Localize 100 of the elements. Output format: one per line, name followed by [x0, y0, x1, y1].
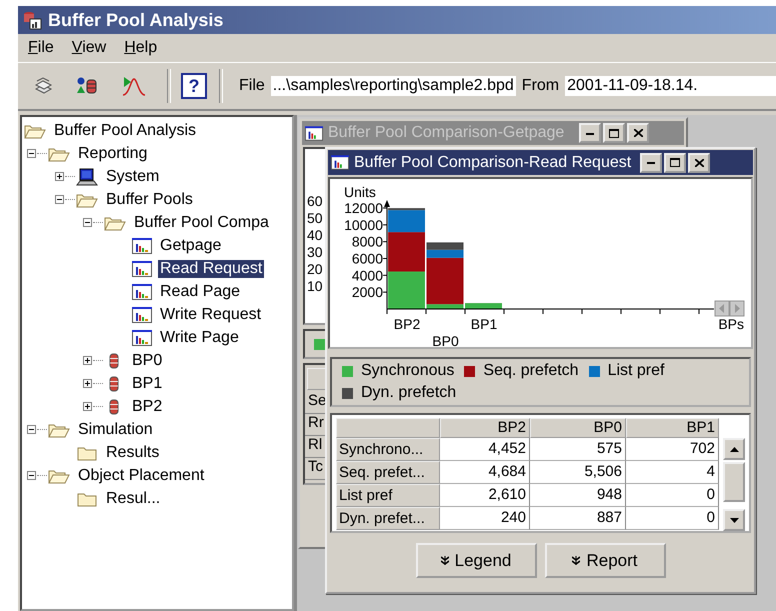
maximize-icon	[670, 158, 680, 167]
expander-icon[interactable]	[27, 471, 36, 480]
menu-item[interactable]: Help	[124, 39, 158, 57]
tree-item[interactable]: Write Page	[158, 328, 241, 346]
table-cell: 240	[440, 507, 530, 530]
scroll-up-button[interactable]	[723, 438, 745, 460]
x-tick-label: BP0	[432, 333, 459, 349]
tree-item[interactable]: Read Request	[158, 260, 264, 278]
tree-item[interactable]: Buffer Pool Compa	[132, 214, 271, 232]
axis-label: 10	[307, 278, 324, 295]
bar-chart-icon	[132, 238, 152, 254]
close-button[interactable]	[627, 123, 650, 143]
tree-item[interactable]: Results	[104, 444, 162, 462]
file-path-field[interactable]: ...\samples\reporting\sample2.bpd	[270, 76, 516, 96]
tree-item[interactable]: Object Placement	[76, 466, 206, 484]
minimize-icon	[586, 132, 594, 134]
help-button[interactable]: ?	[181, 73, 207, 99]
x-tick-label: BP2	[394, 316, 420, 332]
axis-label: 40	[307, 227, 324, 244]
curve-chart-icon[interactable]	[120, 75, 146, 97]
tree-item[interactable]: Simulation	[76, 420, 155, 438]
bar-chart-icon	[305, 126, 323, 140]
close-icon	[634, 129, 643, 137]
tree-item[interactable]: Reporting	[76, 144, 150, 162]
expander-icon[interactable]	[55, 195, 64, 204]
expander-icon[interactable]	[83, 379, 92, 388]
legend-label: Seq. prefetch	[483, 362, 579, 380]
close-icon	[694, 158, 704, 166]
double-down-icon	[572, 556, 580, 566]
expander-icon[interactable]	[55, 172, 64, 181]
expander-icon[interactable]	[83, 218, 92, 227]
tree-item[interactable]: Resul...	[104, 490, 162, 508]
column-header: BP0	[530, 418, 626, 438]
expander-icon[interactable]	[27, 149, 36, 158]
tree-item[interactable]: BP2	[130, 398, 164, 416]
x-tick-label: BP1	[470, 316, 498, 332]
table-cell: 575	[530, 438, 626, 461]
from-date-field[interactable]: 2001-11-09-18.14.	[565, 76, 776, 96]
vertical-scrollbar[interactable]	[723, 438, 745, 531]
row-header: List pref	[336, 484, 440, 507]
from-label: From	[522, 77, 560, 95]
open-folder-icon	[48, 146, 70, 162]
axis-label: 60	[307, 193, 324, 210]
minimize-button[interactable]	[640, 152, 662, 172]
column-header: BP1	[626, 418, 719, 438]
table-cell: 2,610	[440, 484, 530, 507]
tree-item[interactable]: Buffer Pools	[104, 190, 195, 208]
open-folder-icon	[48, 468, 70, 484]
column-header: BP2	[440, 418, 530, 438]
expander-icon[interactable]	[83, 356, 92, 365]
toggle-button[interactable]: Report	[544, 543, 666, 578]
table-cell: 887	[530, 507, 626, 530]
scroll-down-button[interactable]	[723, 509, 745, 531]
maximize-button[interactable]	[603, 123, 626, 143]
table-cell: 4,452	[440, 438, 530, 461]
row-header: Seq. prefet...	[336, 461, 440, 484]
tree-item[interactable]: Buffer Pool Analysis	[52, 122, 198, 140]
tree-item[interactable]: Read Page	[158, 282, 242, 300]
expander-icon[interactable]	[83, 402, 92, 411]
y-tick-label: 10000	[344, 216, 383, 233]
y-tick-label: 8000	[352, 234, 383, 250]
database-chart-icon	[22, 10, 42, 30]
axis-label: 50	[307, 210, 324, 227]
toggle-button[interactable]: Legend	[416, 543, 536, 578]
menu-item[interactable]: View	[72, 39, 106, 57]
table-cell: 702	[626, 438, 719, 461]
axis-label: 30	[307, 244, 324, 261]
bar-chart-icon	[331, 155, 349, 170]
bar-segment	[388, 272, 425, 309]
scroll-thumb[interactable]	[723, 462, 745, 502]
y-tick-label: 2000	[352, 284, 383, 300]
legend-swatch	[314, 338, 325, 350]
open-folder-icon	[24, 122, 46, 138]
bar-chart-icon	[132, 330, 152, 346]
window-title: Buffer Pool Analysis	[48, 10, 224, 30]
row-header: Dyn. prefet...	[336, 507, 440, 530]
close-button[interactable]	[688, 152, 710, 172]
bar-chart-icon	[132, 260, 152, 276]
menu-item[interactable]: File	[28, 39, 54, 57]
axis-label: 20	[307, 261, 324, 278]
table-cell: 4	[626, 461, 719, 484]
down-arrow-icon	[730, 518, 738, 522]
tree-item[interactable]: BP1	[130, 374, 164, 392]
up-arrow-icon	[730, 446, 738, 452]
expander-icon[interactable]	[27, 425, 36, 434]
legend-label: List pref	[608, 362, 664, 380]
tree-item[interactable]: BP0	[130, 352, 164, 370]
open-folder-icon	[76, 192, 98, 208]
maximize-button[interactable]	[664, 152, 686, 172]
tree-item[interactable]: Getpage	[158, 236, 224, 254]
y-tick-label: 12000	[344, 200, 383, 216]
axis-annotation: BPs	[718, 316, 744, 332]
tree-item[interactable]: Write Request	[158, 306, 264, 324]
y-tick-label: 4000	[352, 267, 383, 284]
y-tick-label: 6000	[352, 250, 383, 266]
double-down-icon	[440, 556, 449, 566]
window-title: Buffer Pool Comparison-Read Request	[354, 154, 632, 172]
tree-item[interactable]: System	[104, 168, 162, 186]
window-title: Buffer Pool Comparison-Getpage	[328, 124, 564, 142]
minimize-button[interactable]	[579, 123, 602, 143]
